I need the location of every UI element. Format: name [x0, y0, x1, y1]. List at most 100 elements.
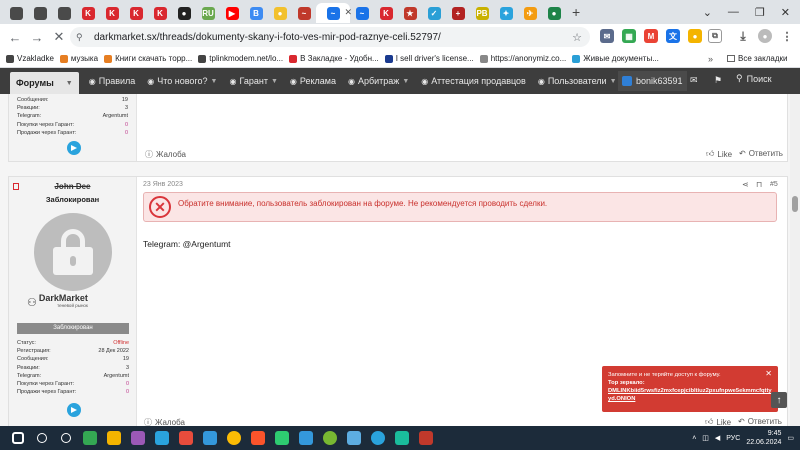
like-button[interactable]: 👍︎ Like: [705, 417, 731, 426]
browser-tab[interactable]: ●: [268, 3, 292, 23]
nav-item[interactable]: ◉ Арбитраж ▼: [348, 76, 409, 86]
nav-item[interactable]: ◉ Правила: [89, 76, 136, 86]
taskbar-app[interactable]: [318, 426, 342, 450]
browser-tab[interactable]: +: [446, 3, 470, 23]
nav-item[interactable]: ◉ Реклама: [290, 76, 336, 86]
extension-icon[interactable]: ●: [688, 29, 702, 43]
notifications-icon[interactable]: ▭: [787, 434, 794, 442]
taskbar-app[interactable]: [78, 426, 102, 450]
bookmark-item[interactable]: В Закладке - Удобн...: [289, 54, 379, 63]
reply-button[interactable]: ↶ Ответить: [739, 149, 783, 158]
taskbar-app[interactable]: [222, 426, 246, 450]
bookmark-item[interactable]: Книги скачать торр...: [104, 54, 192, 63]
menu-icon[interactable]: ⋮: [780, 29, 794, 43]
back-icon[interactable]: ←: [4, 30, 26, 45]
taskbar-app[interactable]: [270, 426, 294, 450]
bookmark-item[interactable]: Vzakladke: [6, 54, 54, 63]
bookmark-item[interactable]: музыка: [59, 54, 98, 63]
post-number[interactable]: #5: [770, 181, 778, 188]
taskbar-app[interactable]: [294, 426, 318, 450]
taskbar-app[interactable]: [174, 426, 198, 450]
bookmark-star-icon[interactable]: ☆: [572, 31, 582, 44]
volume-icon[interactable]: ◀: [715, 434, 720, 442]
checkbox-icon[interactable]: [13, 183, 19, 190]
extension-grid-icon[interactable]: ▦: [622, 29, 636, 43]
bookmark-item[interactable]: tplinkmodem.net/lo...: [198, 54, 283, 63]
new-tab-button[interactable]: +: [572, 4, 580, 20]
nav-item[interactable]: ◉ Пользователи ▼: [538, 76, 617, 86]
taskbar-app[interactable]: [390, 426, 414, 450]
browser-tab[interactable]: K: [124, 3, 148, 23]
language-indicator[interactable]: РУС: [726, 435, 740, 442]
bookmark-item[interactable]: https://anonymiz.co...: [479, 54, 566, 63]
browser-tab[interactable]: [4, 3, 28, 23]
browser-tab[interactable]: ✦: [494, 3, 518, 23]
nav-item[interactable]: ◉ Аттестация продавцов: [421, 76, 526, 86]
profile-avatar[interactable]: ●: [758, 29, 772, 43]
user-menu[interactable]: bonik63591: [618, 71, 687, 91]
scroll-top-button[interactable]: ↑: [771, 392, 787, 408]
post-date[interactable]: 23 Янв 2023: [143, 181, 183, 188]
browser-tab[interactable]: K: [100, 3, 124, 23]
bookmark-item[interactable]: Живые документы...: [572, 54, 659, 63]
puzzle-icon[interactable]: ⧉: [708, 29, 722, 43]
browser-tab[interactable]: [28, 3, 52, 23]
nav-item[interactable]: ◉ Гарант ▼: [229, 76, 277, 86]
browser-tab[interactable]: ★: [398, 3, 422, 23]
more-bookmarks-icon[interactable]: »: [708, 54, 713, 64]
search-button[interactable]: ⚲ Поиск: [736, 73, 772, 84]
scrollbar-thumb[interactable]: [792, 196, 798, 212]
telegram-icon[interactable]: [67, 141, 81, 155]
browser-tab[interactable]: ✈: [518, 3, 542, 23]
username[interactable]: John Dee: [9, 182, 136, 191]
browser-tab[interactable]: ~ ✕: [316, 3, 352, 23]
taskbar-app[interactable]: [342, 426, 366, 450]
inbox-icon[interactable]: ✉: [690, 75, 698, 86]
taskbar-app[interactable]: [150, 426, 174, 450]
browser-tab[interactable]: ●: [172, 3, 196, 23]
all-bookmarks-button[interactable]: Все закладки: [727, 54, 787, 63]
browser-tab[interactable]: ▶: [220, 3, 244, 23]
browser-tab[interactable]: RU: [196, 3, 220, 23]
taskbar-app[interactable]: [6, 426, 30, 450]
telegram-icon[interactable]: [67, 403, 81, 417]
browser-tab[interactable]: K: [148, 3, 172, 23]
browser-tab[interactable]: B: [244, 3, 268, 23]
onion-link[interactable]: DMLINKbiid5rwsfiz2mxfcepjcibltiuz2pxufnp…: [608, 387, 772, 403]
bookmark-item[interactable]: I sell driver's license...: [384, 54, 474, 63]
browser-tab[interactable]: PB: [470, 3, 494, 23]
reload-icon[interactable]: ✕: [48, 29, 70, 45]
nav-forums[interactable]: Форумы ▼: [10, 72, 79, 94]
browser-tab[interactable]: ~: [350, 3, 374, 23]
browser-tab[interactable]: ●: [542, 3, 566, 23]
browser-tab[interactable]: K: [76, 3, 100, 23]
browser-tab[interactable]: [52, 3, 76, 23]
page-scrollbar[interactable]: [790, 94, 800, 426]
clock[interactable]: 9:45 22.06.2024: [746, 429, 781, 447]
browser-tab[interactable]: K: [374, 3, 398, 23]
forward-icon[interactable]: →: [26, 30, 48, 45]
nav-item[interactable]: ◉ Что нового? ▼: [147, 76, 217, 86]
taskbar-app[interactable]: [366, 426, 390, 450]
taskbar-app[interactable]: [414, 426, 438, 450]
download-icon[interactable]: ⤓: [736, 29, 750, 43]
tab-search-icon[interactable]: ⌄: [703, 6, 712, 19]
minimize-icon[interactable]: —: [728, 6, 739, 18]
taskbar-app[interactable]: [30, 426, 54, 450]
address-bar[interactable]: ⚲ darkmarket.sx/threads/dokumenty-skany-…: [70, 27, 590, 47]
complaint-link[interactable]: ⓘ Жалоба: [145, 149, 186, 160]
taskbar-app[interactable]: [198, 426, 222, 450]
extension-mail-icon[interactable]: ✉: [600, 29, 614, 43]
bookmark-icon[interactable]: ⊓: [756, 180, 762, 189]
translate-icon[interactable]: 文: [666, 29, 680, 43]
network-icon[interactable]: ◫: [702, 434, 709, 442]
taskbar-app[interactable]: [102, 426, 126, 450]
share-icon[interactable]: ⋖: [742, 180, 749, 189]
tray-chevron-icon[interactable]: ˄: [692, 435, 696, 442]
reply-button[interactable]: ↶ Ответить: [738, 417, 782, 426]
gmail-icon[interactable]: M: [644, 29, 658, 43]
maximize-icon[interactable]: ❐: [755, 6, 765, 19]
close-window-icon[interactable]: ✕: [781, 6, 790, 19]
complaint-link[interactable]: ⓘ Жалоба: [144, 417, 185, 426]
site-info-icon[interactable]: ⚲: [76, 32, 86, 42]
